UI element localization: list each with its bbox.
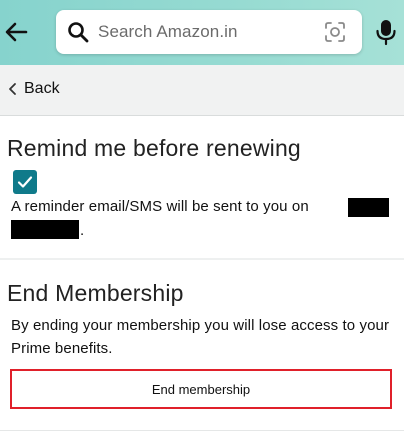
back-arrow-icon[interactable] bbox=[3, 17, 29, 47]
trailing-period: . bbox=[80, 222, 85, 239]
section-divider bbox=[0, 430, 404, 431]
search-input[interactable]: Search Amazon.in bbox=[98, 21, 238, 43]
remind-checkbox[interactable] bbox=[13, 170, 37, 194]
end-membership-button[interactable]: End membership bbox=[10, 369, 392, 409]
end-membership-description: By ending your membership you will lose … bbox=[11, 317, 390, 357]
remind-section-title: Remind me before renewing bbox=[7, 135, 301, 161]
search-bar[interactable]: Search Amazon.in bbox=[56, 10, 362, 54]
search-icon bbox=[67, 21, 89, 43]
section-divider bbox=[0, 258, 404, 260]
top-header: Search Amazon.in bbox=[0, 0, 404, 65]
camera-scan-icon[interactable] bbox=[323, 20, 347, 44]
redacted-block bbox=[348, 198, 389, 217]
mic-icon[interactable] bbox=[375, 18, 397, 46]
back-bar: Back bbox=[0, 65, 404, 116]
reminder-text: A reminder email/SMS will be sent to you… bbox=[11, 198, 309, 215]
checkmark-icon bbox=[17, 176, 33, 188]
back-link[interactable]: Back bbox=[8, 79, 60, 99]
redacted-block bbox=[11, 220, 79, 239]
chevron-left-icon bbox=[8, 82, 17, 96]
back-label: Back bbox=[24, 80, 60, 97]
end-membership-title: End Membership bbox=[7, 280, 184, 306]
